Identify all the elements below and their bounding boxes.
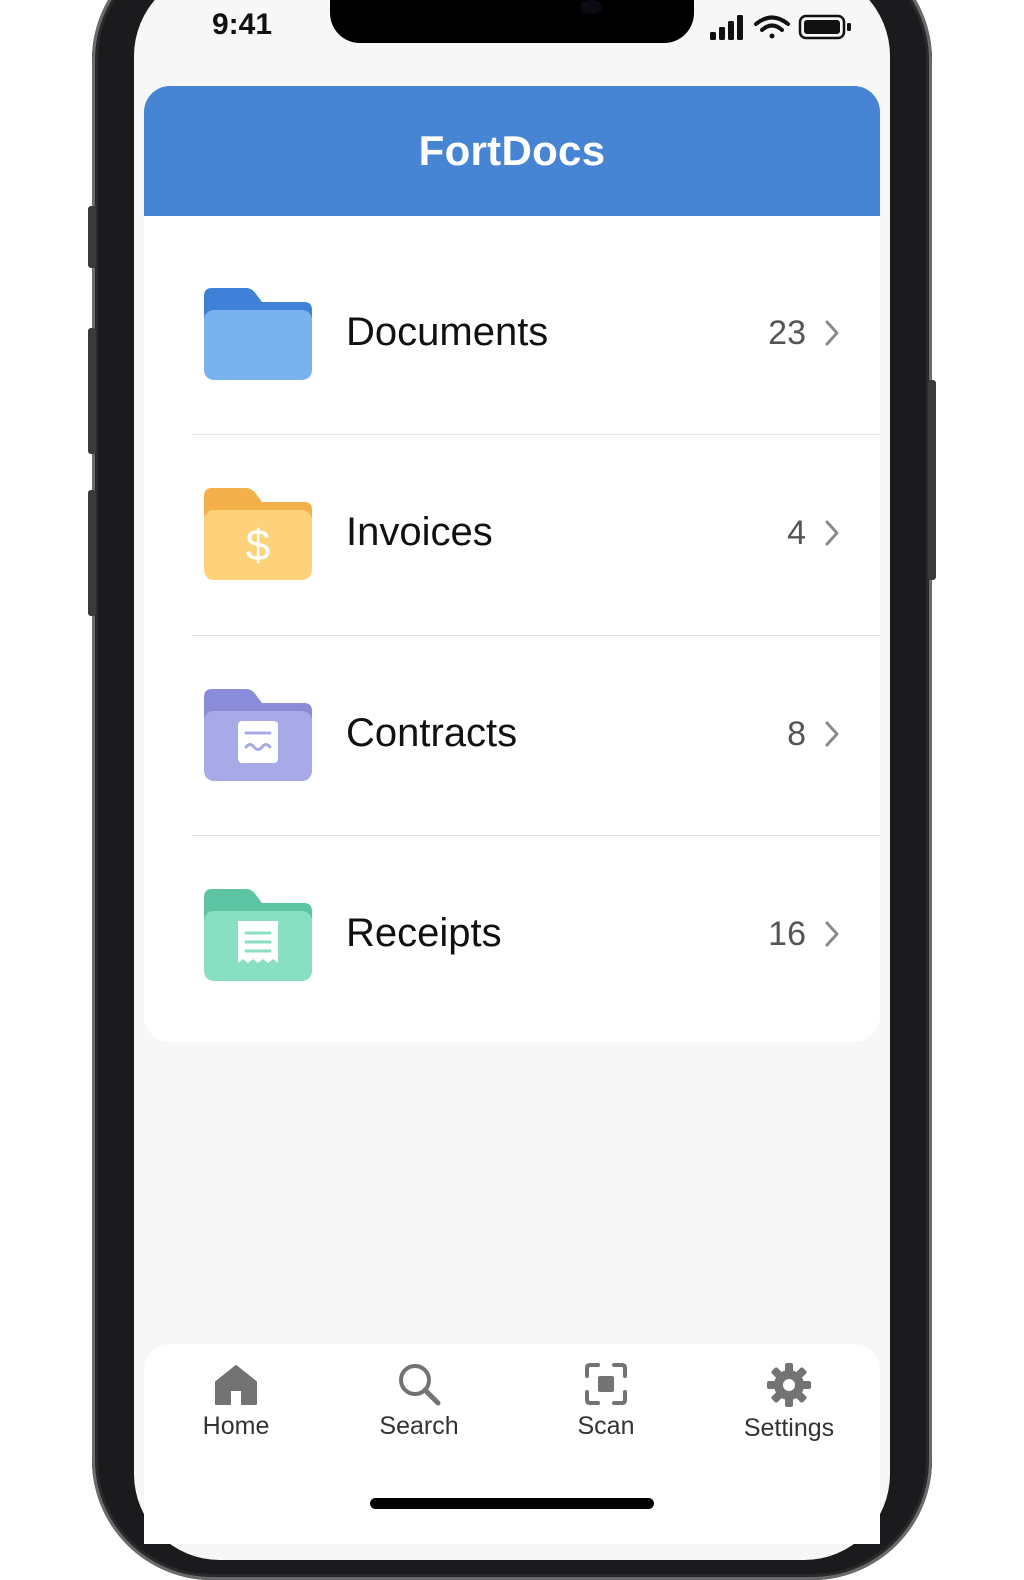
folder-row-invoices[interactable]: $ Invoices 4 — [144, 416, 880, 616]
receipt-folder-icon — [204, 889, 312, 981]
volume-down-button — [88, 490, 96, 616]
folder-label: Contracts — [346, 711, 518, 755]
chevron-right-icon — [825, 520, 839, 546]
home-indicator — [370, 1498, 654, 1509]
tab-settings[interactable]: Settings — [709, 1362, 869, 1452]
tab-bar: Home Search Scan Settings — [144, 1344, 880, 1544]
contract-folder-icon — [204, 689, 312, 781]
battery-icon — [798, 14, 851, 40]
folder-count: 8 — [787, 715, 806, 753]
wifi-icon — [754, 15, 790, 39]
tab-label: Scan — [577, 1412, 635, 1440]
mute-switch — [88, 206, 96, 268]
search-icon — [399, 1364, 441, 1406]
chevron-right-icon — [825, 921, 839, 947]
power-button — [928, 380, 936, 580]
volume-up-button — [88, 328, 96, 454]
folder-label: Receipts — [346, 911, 502, 955]
status-time: 9:41 — [212, 8, 273, 41]
chevron-right-icon — [825, 320, 839, 346]
signal-icon — [710, 15, 743, 40]
folder-label: Invoices — [346, 510, 493, 554]
scan-icon — [585, 1363, 627, 1405]
tab-home[interactable]: Home — [156, 1362, 316, 1452]
folder-label: Documents — [346, 310, 549, 354]
gear-icon — [767, 1363, 811, 1407]
folder-count: 16 — [768, 915, 806, 953]
tab-label: Settings — [743, 1414, 835, 1442]
app-title: FortDocs — [418, 127, 606, 174]
folder-count: 4 — [787, 514, 806, 552]
tab-scan[interactable]: Scan — [526, 1362, 686, 1452]
folder-row-receipts[interactable]: Receipts 16 — [144, 817, 880, 1017]
folder-row-contracts[interactable]: Contracts 8 — [144, 617, 880, 817]
tab-label: Home — [202, 1412, 270, 1440]
app-header: FortDocs — [144, 86, 880, 216]
invoice-folder-icon: $ — [204, 488, 312, 580]
tab-search[interactable]: Search — [339, 1362, 499, 1452]
tab-label: Search — [379, 1412, 459, 1440]
folder-list: Documents 23 $ Invoices 4 Contracts 8 Re… — [144, 216, 880, 1042]
dollar-glyph: $ — [246, 521, 270, 570]
folder-row-documents[interactable]: Documents 23 — [144, 216, 880, 416]
folder-count: 23 — [768, 314, 806, 352]
notch — [330, 0, 694, 43]
chevron-right-icon — [825, 721, 839, 747]
status-icons — [710, 14, 851, 40]
camera — [580, 0, 602, 14]
folder-icon — [204, 288, 312, 380]
home-icon — [215, 1365, 257, 1405]
